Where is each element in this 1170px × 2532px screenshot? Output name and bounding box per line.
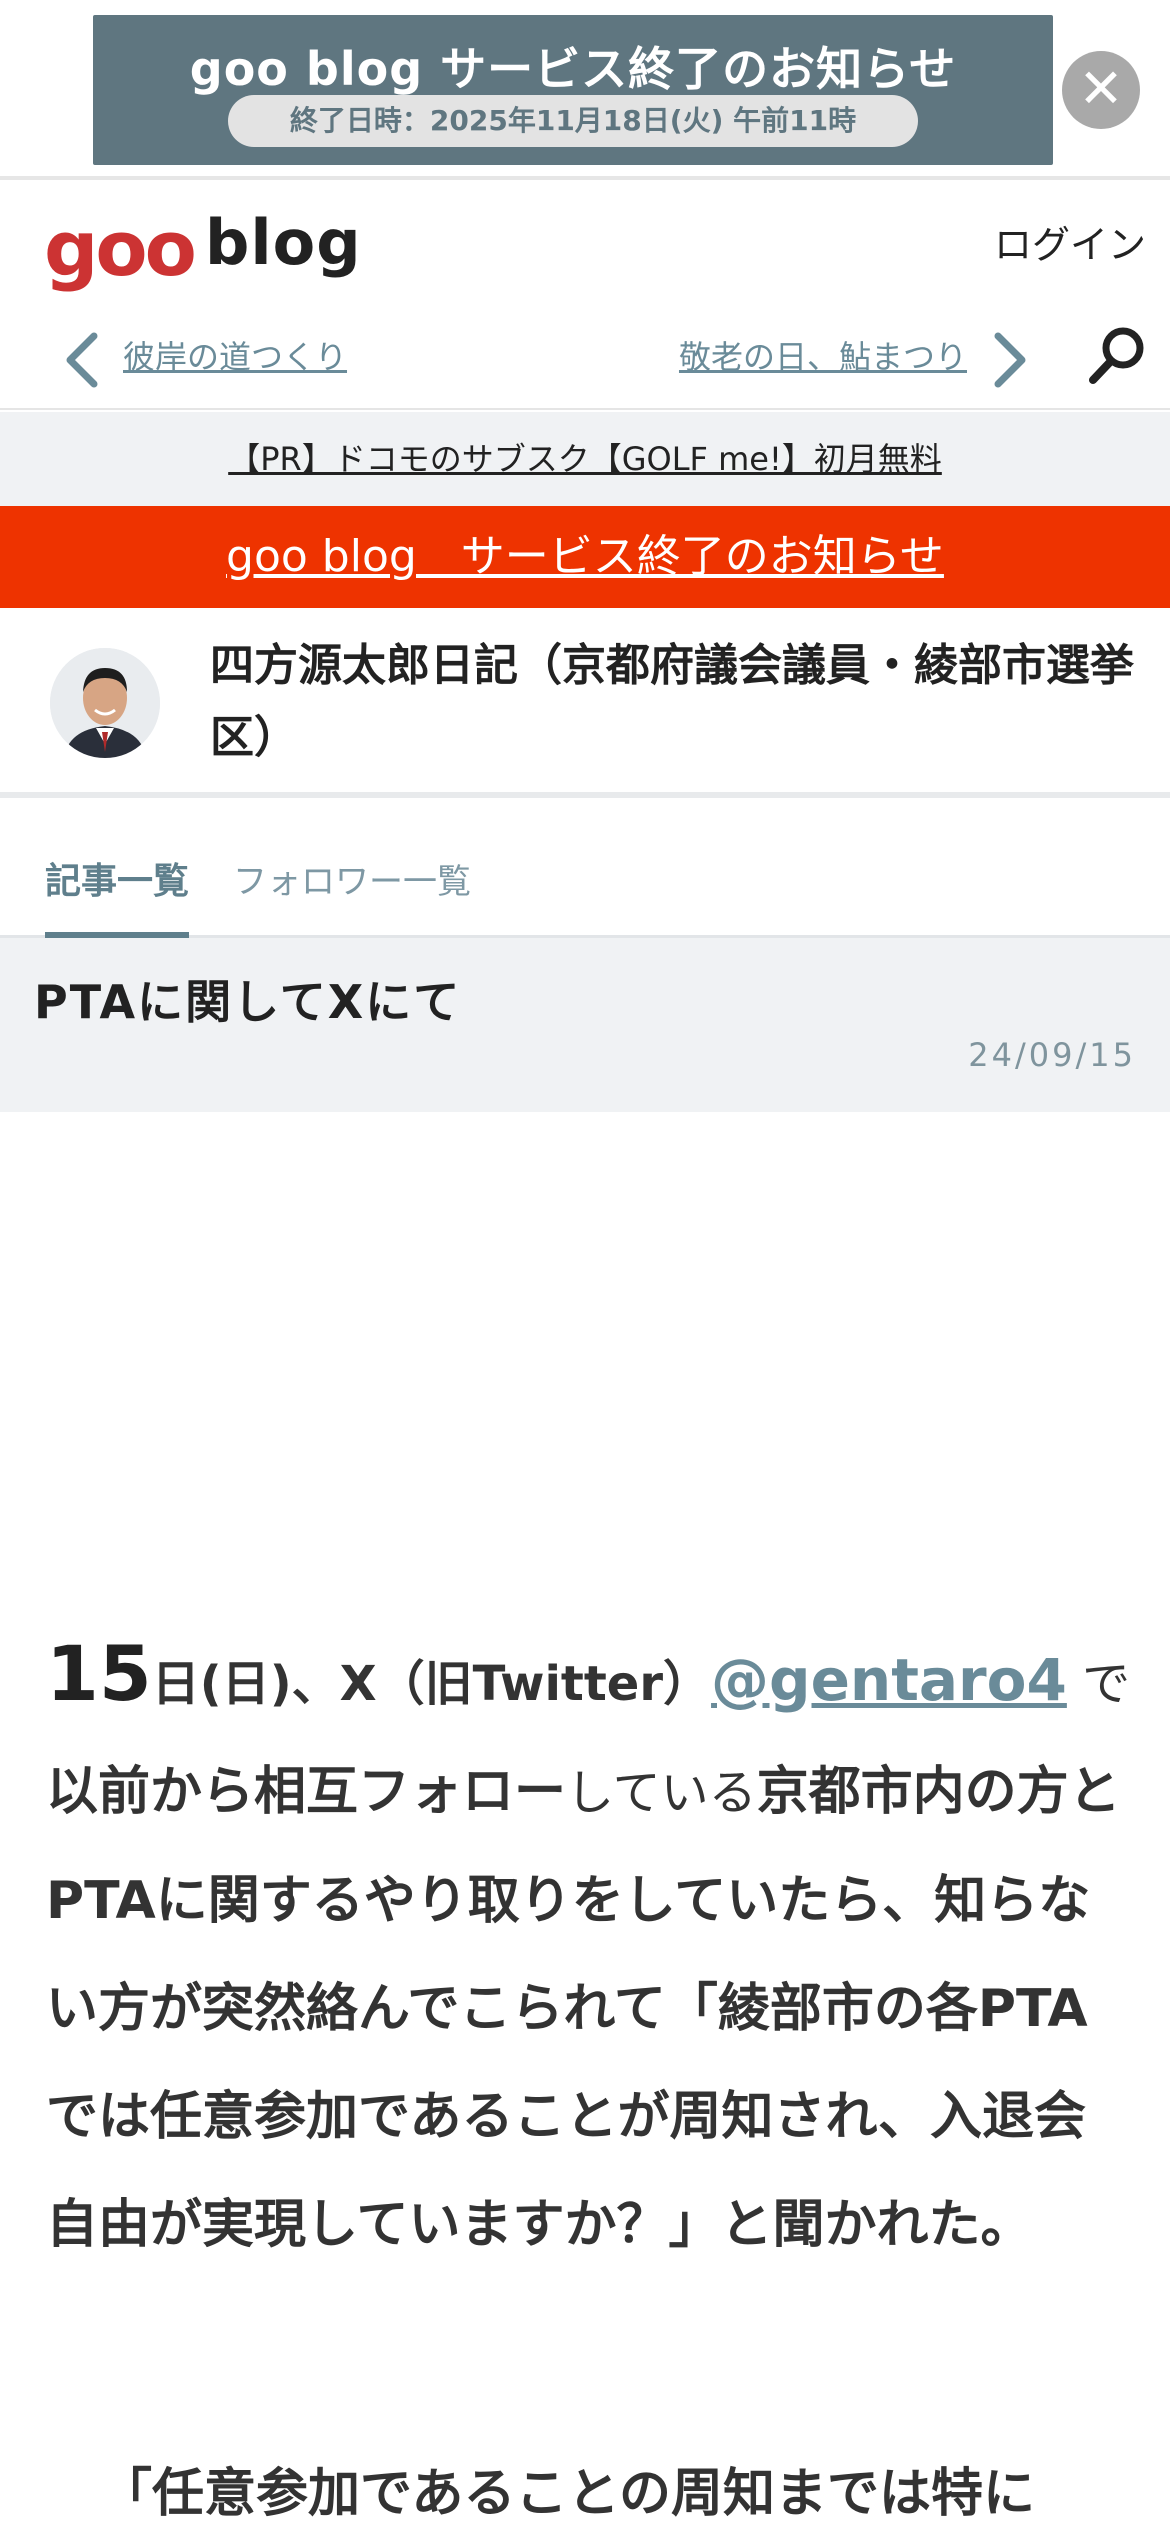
x-handle-link[interactable]: @gentaro4 xyxy=(711,1646,1067,1714)
chevron-left-icon[interactable] xyxy=(62,330,102,390)
prev-entry-link[interactable]: 彼岸の道つくり xyxy=(123,332,347,378)
banner-title: goo blog サービス終了のお知らせ xyxy=(189,42,957,96)
article-text: している xyxy=(566,1765,757,1821)
goo-logo[interactable]: goo xyxy=(44,204,197,293)
service-end-banner[interactable]: goo blog サービス終了のお知らせ 終了日時：2025年11月18日(火)… xyxy=(0,0,1170,180)
article-day-text: 日(日)、X（旧Twitter） xyxy=(151,1656,712,1712)
service-notice-bar: goo blog サービス終了のお知らせ xyxy=(0,506,1170,608)
article-text: で xyxy=(1066,1656,1131,1712)
site-header: goo blog ログイン 彼岸の道つくり 敬老の日、鮎まつり xyxy=(0,184,1170,410)
service-notice-link[interactable]: goo blog サービス終了のお知らせ xyxy=(226,531,944,582)
article-paragraph: 「任意参加であることの周知までは特に xyxy=(100,2464,1035,2524)
avatar-portrait xyxy=(50,648,160,758)
blog-tabs: 記事一覧 フォロワー一覧 xyxy=(0,816,1170,938)
article-text: 以前から相互フォロー xyxy=(46,1762,567,1822)
article-text: 方とPTAに関するやり取りをしていたら、知らない方が突然絡んでこられて「綾部市の… xyxy=(46,1762,1121,2255)
blog-title[interactable]: 四方源太郎日記（京都府議会議員・綾部市選挙区） xyxy=(210,630,1140,774)
pr-link[interactable]: 【PR】ドコモのサブスク【GOLF me!】初月無料 xyxy=(228,440,942,478)
pr-bar: 【PR】ドコモのサブスク【GOLF me!】初月無料 xyxy=(0,412,1170,506)
banner-date: 終了日時：2025年11月18日(火) 午前11時 xyxy=(228,95,918,147)
chevron-right-icon[interactable] xyxy=(990,330,1030,390)
entry-date: 24/09/15 xyxy=(968,1036,1136,1074)
article-body: 15日(日)、X（旧Twitter）@gentaro4 で 以前から相互フォロー… xyxy=(46,1620,1136,2279)
article-day-number: 15 xyxy=(46,1629,152,1718)
blog-logo[interactable]: blog xyxy=(205,206,362,279)
tab-followers[interactable]: フォロワー一覧 xyxy=(233,854,471,903)
entry-title: PTAに関してXにて xyxy=(34,975,462,1029)
close-icon[interactable]: ✕ xyxy=(1062,51,1140,129)
entry-header: PTAに関してXにて 24/09/15 xyxy=(0,938,1170,1112)
next-entry-link[interactable]: 敬老の日、鮎まつり xyxy=(679,332,967,378)
login-link[interactable]: ログイン xyxy=(994,214,1146,269)
banner-image[interactable]: goo blog サービス終了のお知らせ 終了日時：2025年11月18日(火)… xyxy=(93,15,1053,165)
tab-articles[interactable]: 記事一覧 xyxy=(45,852,190,938)
search-icon[interactable] xyxy=(1085,324,1149,388)
article-text: 京都市内の xyxy=(756,1762,1017,1822)
avatar[interactable] xyxy=(50,648,160,758)
blog-info: 四方源太郎日記（京都府議会議員・綾部市選挙区） xyxy=(0,608,1170,798)
